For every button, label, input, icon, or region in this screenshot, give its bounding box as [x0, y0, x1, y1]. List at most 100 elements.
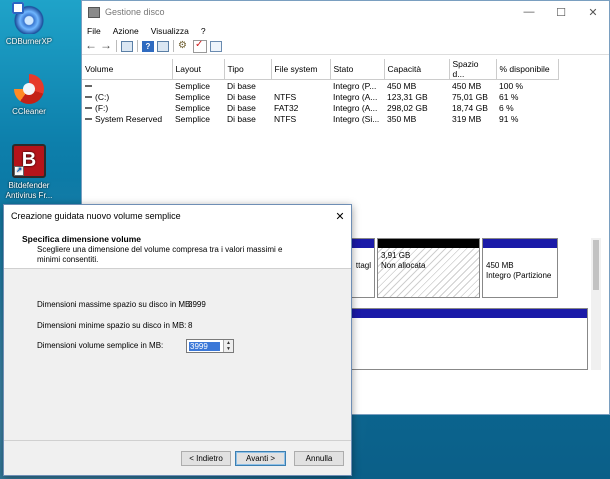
table-cell: Semplice: [175, 102, 210, 113]
table-cell: 18,74 GB: [452, 102, 488, 113]
column-header[interactable]: Layout: [172, 59, 225, 80]
column-header[interactable]: Volume: [82, 59, 173, 80]
console-tree-icon[interactable]: [121, 40, 133, 52]
min-size-value: 8: [188, 321, 193, 330]
column-header[interactable]: Capacità: [384, 59, 450, 80]
cdburnerxp-icon: [12, 2, 44, 34]
table-cell: 298,02 GB: [387, 102, 428, 113]
partition-size: 3,91 GB: [381, 251, 411, 260]
volume-size-input[interactable]: 3999: [189, 342, 220, 351]
window-titlebar[interactable]: Gestione disco — ☐ ✕: [82, 1, 609, 23]
minimize-button[interactable]: —: [513, 6, 545, 18]
connect-icon[interactable]: [178, 40, 190, 52]
forward-arrow-icon[interactable]: [100, 38, 112, 52]
partition-block[interactable]: 450 MB Integro (Partizione: [482, 238, 558, 298]
window-title: Gestione disco: [105, 7, 165, 17]
partition-size: 450 MB: [486, 261, 514, 270]
table-row[interactable]: (C:) Semplice Di base NTFS Integro (A...…: [82, 91, 558, 102]
max-size-value: 3999: [188, 300, 206, 309]
menu-file[interactable]: File: [87, 26, 101, 36]
table-row[interactable]: System Reserved Semplice Di base NTFS In…: [82, 113, 558, 124]
column-header[interactable]: % disponibile: [496, 59, 559, 80]
max-size-label: Dimensioni massime spazio su disco in MB…: [37, 300, 193, 309]
table-cell: 350 MB: [387, 113, 417, 124]
scrollbar-thumb[interactable]: [593, 240, 599, 290]
table-cell: NTFS: [274, 91, 297, 102]
properties-icon[interactable]: [210, 40, 222, 52]
help-icon[interactable]: ?: [142, 40, 154, 52]
volume-icon: [85, 85, 92, 88]
wizard-footer: < Indietro Avanti > Annulla: [4, 440, 351, 475]
table-cell: (C:): [95, 91, 110, 102]
table-cell: Integro (Si...: [333, 113, 380, 124]
table-cell: [271, 80, 330, 92]
table-cell: Di base: [227, 80, 256, 91]
wizard-title: Creazione guidata nuovo volume semplice: [11, 211, 181, 221]
volume-size-stepper[interactable]: 3999 ▲ ▼: [186, 339, 234, 353]
column-header[interactable]: File system: [271, 59, 331, 80]
column-header[interactable]: Stato: [330, 59, 385, 80]
menu-visualizza[interactable]: Visualizza: [151, 26, 189, 36]
desktop-icon-label: CDBurnerXP: [5, 37, 53, 46]
bitdefender-icon: B ↗: [12, 144, 46, 178]
vertical-scrollbar[interactable]: [591, 238, 601, 370]
wizard-step-title: Specifica dimensione volume: [22, 234, 142, 244]
back-button[interactable]: < Indietro: [181, 451, 231, 466]
wizard-step-description: Scegliere una dimensione del volume comp…: [37, 245, 283, 264]
check-icon[interactable]: [193, 39, 207, 53]
wizard-body: Dimensioni massime spazio su disco in MB…: [4, 269, 351, 445]
stepper-arrows[interactable]: ▲ ▼: [223, 340, 233, 352]
table-row[interactable]: Semplice Di base Integro (P... 450 MB 45…: [82, 80, 558, 92]
table-cell: Integro (P...: [333, 80, 377, 91]
toolbar: ?: [82, 38, 609, 55]
volume-table: Volume Layout Tipo File system Stato Cap…: [82, 59, 559, 124]
table-cell: (F:): [95, 102, 109, 113]
partition-unallocated[interactable]: 3,91 GB Non allocata: [377, 238, 480, 298]
shortcut-arrow-icon: ↗: [14, 166, 24, 176]
table-cell: Integro (A...: [333, 91, 378, 102]
list-view-icon[interactable]: [157, 40, 169, 52]
stepper-down-icon[interactable]: ▼: [226, 346, 231, 352]
wizard-header: Specifica dimensione volume Scegliere un…: [4, 227, 351, 269]
desktop-icon-ccleaner[interactable]: CCleaner: [0, 74, 58, 117]
menu-help[interactable]: ?: [201, 26, 206, 36]
close-button[interactable]: ✕: [577, 6, 609, 19]
back-arrow-icon[interactable]: [85, 38, 97, 52]
table-cell: 450 MB: [452, 80, 482, 91]
partition-status: Non allocata: [381, 261, 426, 270]
disk-management-icon: [88, 6, 100, 18]
table-cell: System Reserved: [95, 113, 163, 124]
table-cell: 6 %: [499, 102, 514, 113]
table-cell: FAT32: [274, 102, 299, 113]
wizard-titlebar[interactable]: Creazione guidata nuovo volume semplice …: [4, 205, 351, 227]
cancel-button[interactable]: Annulla: [294, 451, 344, 466]
maximize-button[interactable]: ☐: [545, 6, 577, 19]
desktop-icon-cdburnerxp[interactable]: CDBurnerXP: [0, 2, 58, 47]
min-size-label: Dimensioni minime spazio su disco in MB:: [37, 321, 187, 330]
table-cell: 450 MB: [387, 80, 417, 91]
column-header[interactable]: Spazio d...: [449, 59, 497, 80]
table-cell: Semplice: [175, 80, 210, 91]
menu-azione[interactable]: Azione: [113, 26, 139, 36]
volume-icon: [85, 107, 92, 110]
volume-icon: [85, 96, 92, 99]
table-header-row: Volume Layout Tipo File system Stato Cap…: [82, 59, 559, 80]
table-cell: Di base: [227, 102, 256, 113]
table-cell: Di base: [227, 113, 256, 124]
menu-bar: File Azione Visualizza ?: [82, 23, 609, 38]
volume-size-label: Dimensioni volume semplice in MB:: [37, 341, 164, 350]
table-row[interactable]: (F:) Semplice Di base FAT32 Integro (A..…: [82, 102, 558, 113]
table-cell: Integro (A...: [333, 102, 378, 113]
table-cell: NTFS: [274, 113, 297, 124]
wizard-close-button[interactable]: ✕: [329, 210, 351, 223]
table-cell: Di base: [227, 91, 256, 102]
table-cell: Semplice: [175, 113, 210, 124]
desktop-icon-bitdefender[interactable]: B ↗ Bitdefender Antivirus Fr...: [0, 144, 58, 201]
new-simple-volume-wizard: Creazione guidata nuovo volume semplice …: [3, 204, 352, 476]
table-cell: 123,31 GB: [387, 91, 428, 102]
table-cell: 75,01 GB: [452, 91, 488, 102]
table-cell: 319 MB: [452, 113, 482, 124]
next-button[interactable]: Avanti >: [235, 451, 286, 466]
column-header[interactable]: Tipo: [224, 59, 272, 80]
table-cell: Semplice: [175, 91, 210, 102]
